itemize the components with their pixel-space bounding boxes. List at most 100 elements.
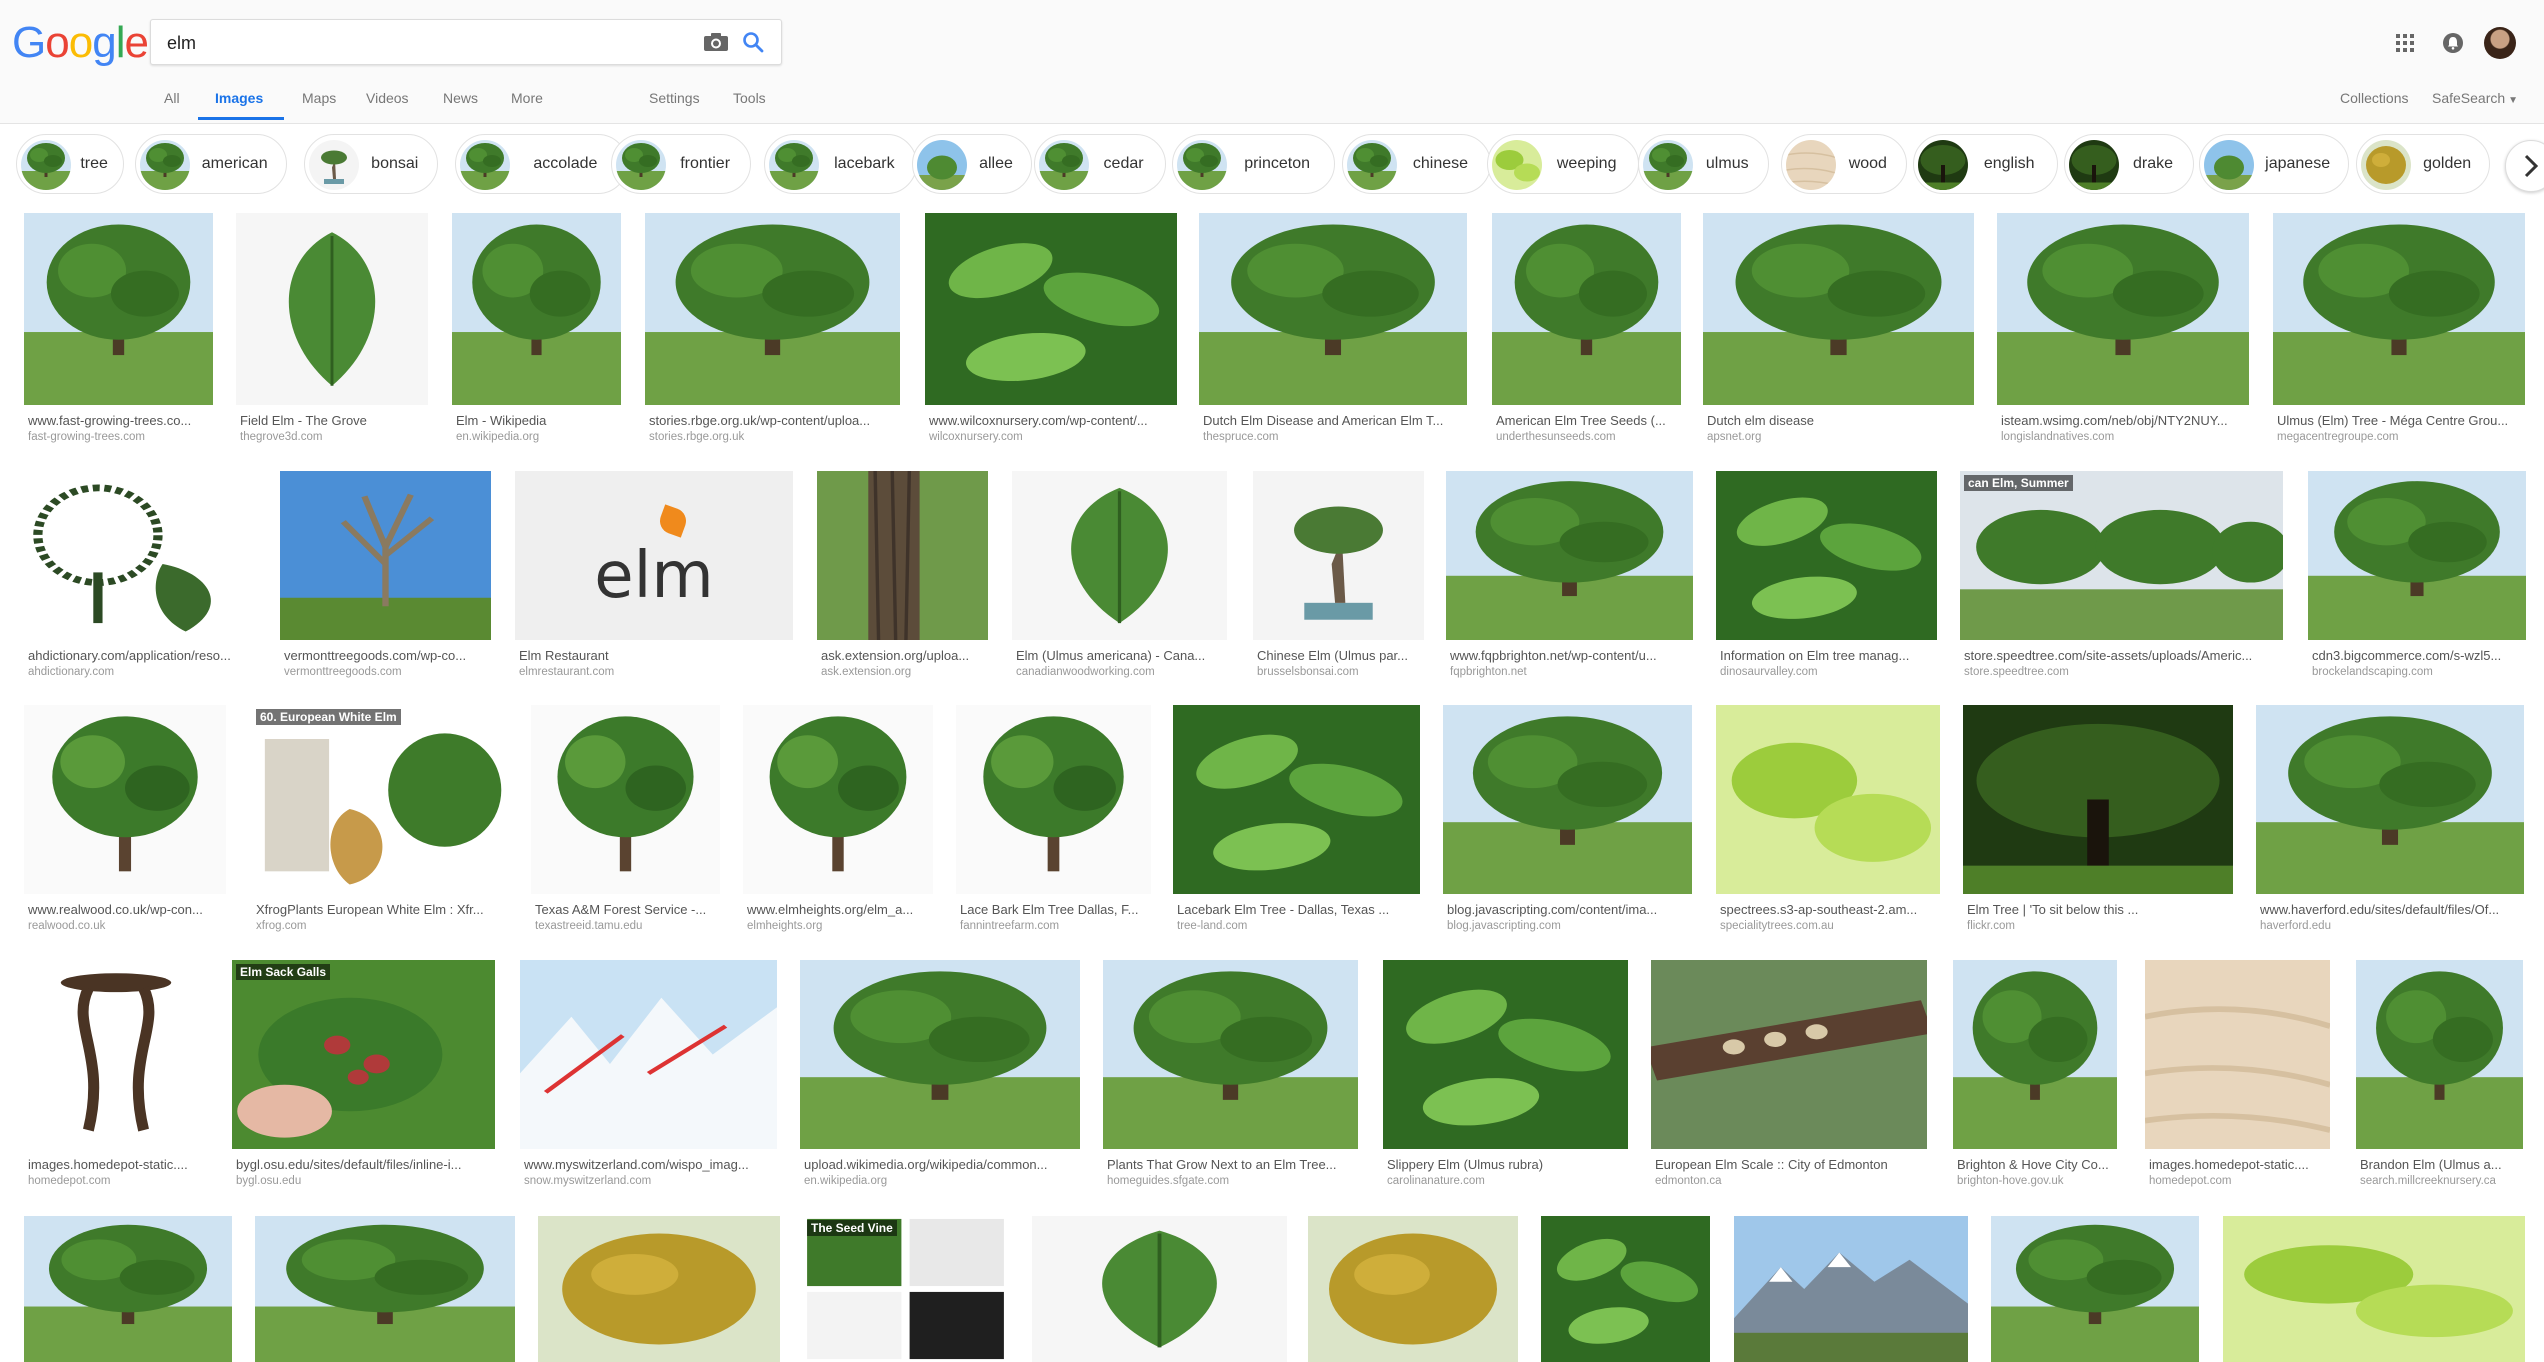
collections-link[interactable]: Collections <box>2340 90 2408 106</box>
result-title[interactable]: American Elm Tree Seeds (... <box>1496 413 1677 428</box>
safesearch-menu[interactable]: SafeSearch ▼ <box>2432 90 2518 106</box>
image-thumbnail[interactable] <box>24 471 255 640</box>
result-title[interactable]: www.elmheights.org/elm_a... <box>747 902 929 917</box>
image-thumbnail[interactable] <box>24 960 208 1149</box>
result-title[interactable]: Elm (Ulmus americana) - Cana... <box>1016 648 1223 663</box>
image-result[interactable]: Brighton & Hove City Co... brighton-hove.… <box>1953 960 2117 1191</box>
chip-princeton[interactable]: princeton <box>1171 134 1335 194</box>
result-title[interactable]: Information on Elm tree manag... <box>1720 648 1933 663</box>
image-result[interactable] <box>2223 1216 2525 1362</box>
image-thumbnail[interactable] <box>1991 1216 2199 1362</box>
image-result[interactable]: cdn3.bigcommerce.com/s-wzl5... brockeland… <box>2308 471 2526 682</box>
result-title[interactable]: Ulmus (Elm) Tree - Méga Centre Grou... <box>2277 413 2521 428</box>
result-title[interactable]: ahdictionary.com/application/reso... <box>28 648 251 663</box>
result-title[interactable]: Elm Restaurant <box>519 648 789 663</box>
image-thumbnail[interactable] <box>1173 705 1420 894</box>
chip-allee[interactable]: allee <box>911 134 1033 194</box>
result-title[interactable]: XfrogPlants European White Elm : Xfr... <box>256 902 505 917</box>
result-title[interactable]: Field Elm - The Grove <box>240 413 424 428</box>
settings-link[interactable]: Settings <box>649 90 700 106</box>
image-result[interactable]: vermonttreegoods.com/wp-co... vermonttree… <box>280 471 491 682</box>
tab-images[interactable]: Images <box>215 90 263 106</box>
account-avatar[interactable] <box>2484 27 2516 59</box>
image-thumbnail[interactable] <box>956 705 1151 894</box>
image-result[interactable]: Dutch Elm Disease and American Elm T... t… <box>1199 213 1467 447</box>
image-result[interactable]: www.elmheights.org/elm_a... elmheights.or… <box>743 705 933 936</box>
image-result[interactable]: Texas A&M Forest Service -... texastreeid… <box>531 705 720 936</box>
result-title[interactable]: cdn3.bigcommerce.com/s-wzl5... <box>2312 648 2522 663</box>
image-thumbnail[interactable] <box>255 1216 515 1362</box>
image-thumbnail[interactable] <box>280 471 491 640</box>
image-thumbnail[interactable] <box>1651 960 1927 1149</box>
image-thumbnail[interactable] <box>2145 960 2330 1149</box>
image-result[interactable]: www.fqpbrighton.net/wp-content/u... fqpbr… <box>1446 471 1693 682</box>
image-result[interactable]: Plants That Grow Next to an Elm Tree... h… <box>1103 960 1358 1191</box>
image-thumbnail[interactable] <box>1997 213 2249 405</box>
image-thumbnail[interactable] <box>2256 705 2524 894</box>
tab-more[interactable]: More <box>511 90 543 106</box>
tab-all[interactable]: All <box>164 90 180 106</box>
image-result[interactable]: Dutch elm disease apsnet.org <box>1703 213 1974 447</box>
image-result[interactable]: isteam.wsimg.com/neb/obj/NTY2NUY... longi… <box>1997 213 2249 447</box>
chip-frontier[interactable]: frontier <box>611 134 752 194</box>
image-thumbnail[interactable] <box>24 705 226 894</box>
image-thumbnail[interactable] <box>1716 705 1940 894</box>
chip-english[interactable]: english <box>1912 134 2058 194</box>
image-thumbnail[interactable] <box>24 1216 232 1362</box>
image-thumbnail[interactable]: 60. European White Elm <box>252 705 509 894</box>
image-result[interactable]: www.realwood.co.uk/wp-con... realwood.co.… <box>24 705 226 936</box>
image-result[interactable]: images.homedepot-static.... homedepot.com <box>2145 960 2330 1191</box>
image-thumbnail[interactable] <box>800 960 1080 1149</box>
result-title[interactable]: www.fqpbrighton.net/wp-content/u... <box>1450 648 1689 663</box>
chip-golden[interactable]: golden <box>2356 134 2490 194</box>
result-title[interactable]: European Elm Scale :: City of Edmonton <box>1655 1157 1923 1172</box>
image-result[interactable]: Field Elm - The Grove thegrove3d.com <box>236 213 428 447</box>
image-thumbnail[interactable] <box>2273 213 2525 405</box>
image-thumbnail[interactable] <box>531 705 720 894</box>
image-result[interactable]: images.homedepot-static.... homedepot.com <box>24 960 208 1191</box>
result-title[interactable]: store.speedtree.com/site-assets/uploads/… <box>1964 648 2279 663</box>
result-title[interactable]: www.realwood.co.uk/wp-con... <box>28 902 222 917</box>
image-result[interactable]: American Elm Tree Seeds (... underthesuns… <box>1492 213 1681 447</box>
search-input[interactable] <box>165 20 689 66</box>
image-thumbnail[interactable] <box>2308 471 2526 640</box>
image-thumbnail[interactable] <box>1953 960 2117 1149</box>
image-thumbnail[interactable] <box>24 213 213 405</box>
image-result[interactable]: Elm Tree | 'To sit below this ... flickr.… <box>1963 705 2233 936</box>
image-result[interactable]: www.myswitzerland.com/wispo_imag... snow.… <box>520 960 777 1191</box>
chips-next-button[interactable] <box>2505 140 2544 192</box>
result-title[interactable]: bygl.osu.edu/sites/default/files/inline-… <box>236 1157 491 1172</box>
image-thumbnail[interactable]: The Seed Vine <box>803 1216 1008 1362</box>
result-title[interactable]: ask.extension.org/uploa... <box>821 648 984 663</box>
image-thumbnail[interactable] <box>1308 1216 1518 1362</box>
chip-lacebark[interactable]: lacebark <box>763 134 917 194</box>
image-result[interactable]: Brandon Elm (Ulmus a... search.millcreekn… <box>2356 960 2523 1191</box>
result-title[interactable]: Brighton & Hove City Co... <box>1957 1157 2113 1172</box>
tab-videos[interactable]: Videos <box>366 90 409 106</box>
chip-japanese[interactable]: japanese <box>2198 134 2349 194</box>
chip-bonsai[interactable]: bonsai <box>303 134 438 194</box>
image-result[interactable]: European Elm Scale :: City of Edmonton ed… <box>1651 960 1927 1191</box>
result-title[interactable]: Texas A&M Forest Service -... <box>535 902 716 917</box>
result-title[interactable]: Chinese Elm (Ulmus par... <box>1257 648 1420 663</box>
image-thumbnail[interactable] <box>1446 471 1693 640</box>
chip-tree[interactable]: tree <box>16 134 124 194</box>
chip-accolade[interactable]: accolade <box>455 134 628 194</box>
image-thumbnail[interactable] <box>2356 960 2523 1149</box>
tools-link[interactable]: Tools <box>733 90 766 106</box>
image-thumbnail[interactable] <box>236 213 428 405</box>
image-thumbnail[interactable] <box>2223 1216 2525 1362</box>
result-title[interactable]: upload.wikimedia.org/wikipedia/common... <box>804 1157 1076 1172</box>
chip-american[interactable]: american <box>134 134 287 194</box>
result-title[interactable]: Plants That Grow Next to an Elm Tree... <box>1107 1157 1354 1172</box>
image-result[interactable]: ask.extension.org/uploa... ask.extension.… <box>817 471 988 682</box>
result-title[interactable]: isteam.wsimg.com/neb/obj/NTY2NUY... <box>2001 413 2245 428</box>
image-thumbnail[interactable] <box>520 960 777 1149</box>
image-result[interactable]: www.wilcoxnursery.com/wp-content/... wilc… <box>925 213 1177 447</box>
tab-news[interactable]: News <box>443 90 478 106</box>
chip-cedar[interactable]: cedar <box>1033 134 1166 194</box>
image-thumbnail[interactable] <box>1734 1216 1968 1362</box>
result-title[interactable]: Elm - Wikipedia <box>456 413 617 428</box>
image-thumbnail[interactable] <box>1492 213 1681 405</box>
image-thumbnail[interactable] <box>817 471 988 640</box>
